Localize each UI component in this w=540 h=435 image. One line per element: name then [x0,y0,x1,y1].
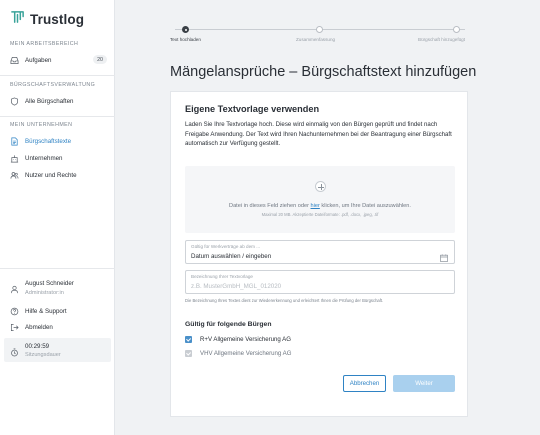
guarantor-vhv-checkbox-row[interactable]: VHV Allgemeine Versicherung AG [185,350,291,357]
inbox-icon [10,56,19,65]
task-count-badge: 20 [93,55,107,64]
card-title: Eigene Textvorlage verwenden [185,104,320,114]
sidebar-item-alle-buergschaften[interactable]: Alle Bürgschaften [0,92,115,110]
guarantor-rv-label: R+V Allgemeine Versicherung AG [200,336,291,343]
divider [0,75,115,76]
sidebar-item-unternehmen[interactable]: Unternehmen [0,149,115,167]
name-field-label: Bezeichnung Ihrer Textvorlage [191,274,253,279]
valid-from-date-field[interactable]: Gültig für Werkverträge ab dem ... Datum… [185,240,455,264]
divider [0,116,115,117]
sidebar-item-abmelden[interactable]: Abmelden [0,318,115,336]
document-icon [10,137,19,146]
sidebar-item-aufgaben[interactable]: Aufgaben 20 [0,51,115,69]
sidebar-item-label: Bürgschaftstexte [25,137,72,145]
sidebar-item-label: Aufgaben [25,56,52,64]
sidebar-item-nutzer-und-rechte[interactable]: Nutzer und Rechte [0,166,115,184]
user-role: Administrator:in [25,290,64,296]
upload-card: Eigene Textvorlage verwenden Laden Sie I… [170,91,468,417]
guarantor-vhv-checkbox[interactable] [185,350,192,357]
session-timer: 00:29:59 Sitzungsdauer [4,338,111,362]
name-field-input[interactable]: z.B. MusterGmbH_MGL_012020 [191,283,281,290]
page-title: Mängelansprüche – Bürgschaftstext hinzuf… [170,64,477,80]
calendar-icon[interactable] [440,249,448,262]
guarantor-rv-checkbox-row[interactable]: R+V Allgemeine Versicherung AG [185,336,291,343]
add-file-icon[interactable] [315,181,326,192]
section-label-workspace: MEIN ARBEITSBEREICH [10,41,79,47]
dropzone-text: Datei in dieses Feld ziehen oder hier kl… [185,203,455,209]
section-label-company: MEIN UNTERNEHMEN [10,122,73,128]
step-label-summary: Zusammenfassung [296,37,336,42]
users-icon [10,171,19,180]
guarantor-rv-checkbox[interactable] [185,336,192,343]
dropzone-text-post: klicken, um Ihre Datei auszuwählen. [321,203,411,209]
user-profile[interactable]: August Schneider Administrator:in [10,280,74,296]
session-time: 00:29:59 [25,343,50,350]
sidebar: Trustlog MEIN ARBEITSBEREICH Aufgaben 20… [0,0,115,435]
file-dropzone[interactable]: Datei in dieses Feld ziehen oder hier kl… [185,166,455,233]
name-field-help: Die Bezeichnung Ihres Textes dient zur W… [185,298,384,303]
dropzone-hint: Maximal 20 MB. Akzeptierte Dateiformate:… [261,212,379,217]
sidebar-item-label: Unternehmen [25,154,63,162]
timer-icon [10,344,19,357]
sidebar-item-label: Nutzer und Rechte [25,171,77,179]
choose-file-link[interactable]: hier [311,203,320,209]
divider [0,268,115,269]
session-label: Sitzungsdauer [25,352,61,358]
date-field-label: Gültig für Werkverträge ab dem ... [191,244,261,249]
card-description: Laden Sie Ihre Textvorlage hoch. Diese w… [185,121,452,147]
date-field-value[interactable]: Datum auswählen / eingeben [191,253,271,260]
sidebar-item-label: Alle Bürgschaften [25,97,74,105]
user-name: August Schneider [25,280,74,287]
next-button[interactable]: Weiter [393,375,455,392]
cancel-button[interactable]: Abbrechen [343,375,386,392]
logout-icon [10,323,19,332]
trustlog-logo-icon [10,9,25,29]
step-dot-3 [453,26,460,33]
user-icon [10,281,19,294]
dropzone-text-pre: Datei in dieses Feld ziehen oder [229,203,309,209]
building-icon [10,154,19,163]
step-dot-1 [182,26,189,33]
app-name: Trustlog [30,11,85,27]
sidebar-item-label: Hilfe & Support [25,307,67,315]
guarantors-title: Gültig für folgende Bürgen [185,321,272,328]
app-logo[interactable]: Trustlog [10,9,84,29]
progress-stepper: Text hochladen Zusammenfassung Bürgschaf… [170,24,470,44]
step-label-upload: Text hochladen [170,37,201,42]
step-dot-2 [316,26,323,33]
guarantor-vhv-label: VHV Allgemeine Versicherung AG [200,350,292,357]
section-label-guarantees: BÜRGSCHAFTSVERWALTUNG [10,82,96,88]
template-name-field[interactable]: Bezeichnung Ihrer Textvorlage z.B. Muste… [185,270,455,294]
shield-icon [10,97,19,106]
help-icon [10,307,19,316]
sidebar-item-buergschaftstexte[interactable]: Bürgschaftstexte [0,132,115,150]
step-label-added: Bürgschaft hinzugefügt [418,37,465,42]
sidebar-item-label: Abmelden [25,323,53,331]
